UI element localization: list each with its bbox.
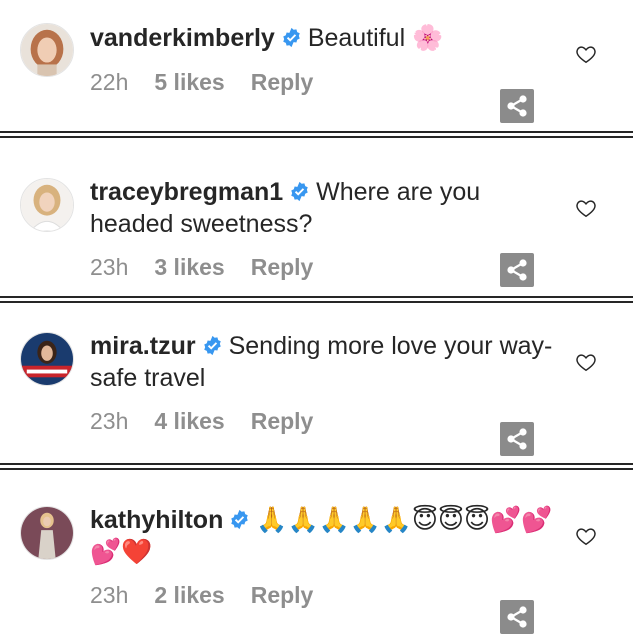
verified-badge-icon bbox=[289, 181, 310, 202]
timestamp[interactable]: 22h bbox=[90, 69, 128, 95]
avatar[interactable] bbox=[20, 332, 74, 386]
comment-meta: 23h 3 likes Reply bbox=[90, 254, 339, 281]
comment-meta: 23h 4 likes Reply bbox=[90, 408, 339, 435]
timestamp[interactable]: 23h bbox=[90, 582, 128, 608]
timestamp[interactable]: 23h bbox=[90, 408, 128, 434]
divider bbox=[0, 131, 633, 138]
username-link[interactable]: kathyhilton bbox=[90, 506, 223, 534]
heart-outline-icon[interactable] bbox=[575, 43, 597, 65]
reply-button[interactable]: Reply bbox=[251, 582, 314, 608]
cherry-blossom-emoji: 🌸 bbox=[412, 23, 444, 52]
comment-body: Beautiful bbox=[307, 24, 406, 52]
likes-count[interactable]: 5 likes bbox=[154, 69, 224, 95]
avatar[interactable] bbox=[20, 23, 74, 77]
likes-count[interactable]: 2 likes bbox=[154, 582, 224, 608]
username-link[interactable]: traceybregman1 bbox=[90, 178, 283, 206]
verified-badge-icon bbox=[229, 509, 250, 530]
share-icon[interactable] bbox=[500, 253, 534, 287]
comment-text: vanderkimberly Beautiful 🌸 bbox=[90, 22, 560, 54]
avatar[interactable] bbox=[20, 506, 74, 560]
share-icon[interactable] bbox=[500, 422, 534, 456]
reply-button[interactable]: Reply bbox=[251, 408, 314, 434]
share-icon[interactable] bbox=[500, 89, 534, 123]
comment-text: kathyhilton 🙏🙏🙏🙏🙏😇😇😇💕💕💕❤️ bbox=[90, 504, 560, 568]
share-icon[interactable] bbox=[500, 600, 534, 634]
comment-meta: 23h 2 likes Reply bbox=[90, 582, 339, 609]
verified-badge-icon bbox=[281, 27, 302, 48]
divider bbox=[0, 463, 633, 470]
comment-meta: 22h 5 likes Reply bbox=[90, 69, 339, 96]
username-link[interactable]: vanderkimberly bbox=[90, 24, 275, 52]
divider bbox=[0, 296, 633, 303]
comment-text: traceybregman1 Where are you headed sweet… bbox=[90, 176, 560, 240]
username-link[interactable]: mira.tzur bbox=[90, 332, 196, 360]
avatar[interactable] bbox=[20, 178, 74, 232]
reply-button[interactable]: Reply bbox=[251, 254, 314, 280]
reply-button[interactable]: Reply bbox=[251, 69, 314, 95]
heart-outline-icon[interactable] bbox=[575, 525, 597, 547]
likes-count[interactable]: 3 likes bbox=[154, 254, 224, 280]
timestamp[interactable]: 23h bbox=[90, 254, 128, 280]
heart-outline-icon[interactable] bbox=[575, 351, 597, 373]
likes-count[interactable]: 4 likes bbox=[154, 408, 224, 434]
verified-badge-icon bbox=[202, 335, 223, 356]
heart-outline-icon[interactable] bbox=[575, 197, 597, 219]
comment-text: mira.tzur Sending more love your way-safe… bbox=[90, 330, 560, 394]
